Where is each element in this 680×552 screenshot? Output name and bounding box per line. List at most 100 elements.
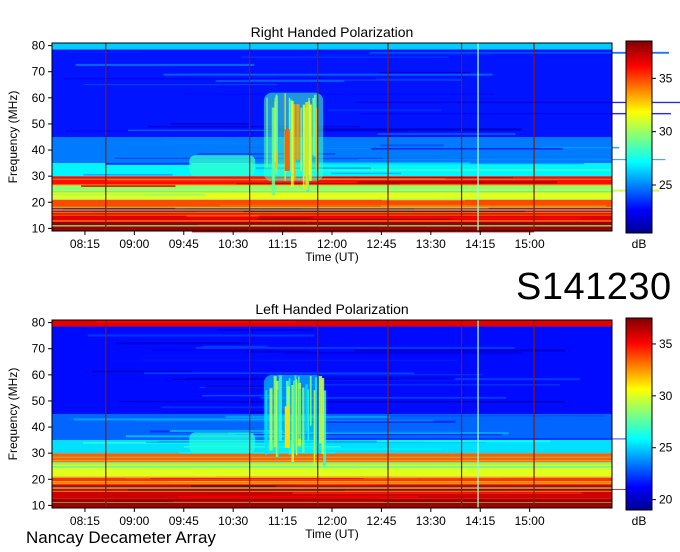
texture-streak <box>52 190 612 192</box>
x-tick-label: 15:00 <box>515 514 545 528</box>
texture-line <box>95 321 297 324</box>
texture-streak <box>52 490 612 492</box>
texture-line <box>184 93 495 96</box>
texture-line <box>380 144 444 147</box>
radio-burst <box>263 374 327 467</box>
burst-streak <box>278 375 282 442</box>
colorbar <box>625 317 653 511</box>
spectral-bands <box>52 43 612 231</box>
texture-line <box>87 334 315 337</box>
texture-line <box>159 228 295 231</box>
x-tick-label: 09:45 <box>169 237 199 251</box>
texture-line <box>325 438 629 440</box>
y-axis-label: Frequency (MHz) <box>6 368 20 461</box>
texture-line <box>337 154 415 157</box>
x-tick-label: 12:00 <box>317 237 347 251</box>
texture-line <box>254 57 417 60</box>
colorbar-tick-label: 35 <box>659 337 673 351</box>
burst-streak <box>313 390 316 466</box>
burst-streak <box>274 101 276 162</box>
texture-line <box>327 109 442 112</box>
texture-line <box>200 196 315 199</box>
colorbar-tick-label: 35 <box>659 71 673 85</box>
texture-line <box>144 194 207 196</box>
texture-line <box>377 133 516 135</box>
event-id-label: S141230 <box>516 266 672 308</box>
colorbar <box>625 40 653 234</box>
texture-streak <box>52 469 612 471</box>
texture-streak <box>52 191 612 193</box>
texture-line <box>178 496 419 498</box>
burst-streak <box>292 380 296 446</box>
texture-line <box>318 488 628 490</box>
texture-line <box>205 385 268 388</box>
burst-streak <box>266 97 268 168</box>
burst-streak <box>307 389 310 441</box>
x-axis-label: Time (UT) <box>305 250 359 264</box>
texture-streak <box>52 501 612 503</box>
texture-line <box>163 73 493 76</box>
texture-line <box>215 80 345 82</box>
x-tick-label: 15:00 <box>515 237 545 251</box>
x-tick-label: 13:30 <box>416 514 446 528</box>
burst-streak <box>275 94 278 152</box>
y-tick-label: 40 <box>32 143 46 157</box>
texture-streak <box>52 206 612 208</box>
texture-line <box>164 141 236 143</box>
texture-streak <box>52 466 612 468</box>
band-8 <box>52 49 612 137</box>
burst-core <box>284 129 290 171</box>
y-tick-label: 70 <box>32 65 46 79</box>
x-tick-label: 12:45 <box>366 514 396 528</box>
colorbar-label: dB <box>632 514 647 528</box>
texture-line <box>128 489 345 491</box>
burst-streak <box>321 377 325 455</box>
texture-line <box>107 179 271 182</box>
texture-line <box>309 384 561 386</box>
texture-streak <box>52 212 612 214</box>
texture-streak <box>52 209 612 210</box>
chart-title: Left Handed Polarization <box>255 301 408 317</box>
colorbar-tick-label: 20 <box>659 493 673 507</box>
texture-streak <box>52 220 612 222</box>
y-tick-label: 80 <box>32 316 46 330</box>
burst-streak <box>277 389 279 459</box>
burst-streak <box>302 104 306 167</box>
texture-streak <box>52 477 612 478</box>
y-axis-label: Frequency (MHz) <box>6 91 20 184</box>
texture-line <box>311 447 442 450</box>
texture-line <box>112 498 380 501</box>
texture-streak <box>52 225 612 227</box>
right-polarization-panel: Right Handed Polarization 10 20 30 40 50 60 70 8… <box>6 24 680 264</box>
colorbar-tick-label: 30 <box>659 389 673 403</box>
x-tick-label: 10:30 <box>218 237 248 251</box>
texture-line <box>84 84 278 86</box>
y-tick-label: 70 <box>32 342 46 356</box>
texture-streak <box>52 464 612 466</box>
texture-line <box>94 478 196 481</box>
y-tick-label: 20 <box>32 195 46 209</box>
left-polarization-panel: Left Handed Polarization 10 20 30 40 50 60 70 80… <box>6 301 673 541</box>
texture-streak <box>52 488 612 489</box>
texture-line <box>331 430 462 433</box>
burst-streak <box>305 102 309 190</box>
band-8 <box>52 326 612 414</box>
texture-line <box>83 174 173 176</box>
texture-line <box>241 56 449 58</box>
burst-streak <box>295 379 298 456</box>
x-tick-label: 12:00 <box>317 514 347 528</box>
texture-line <box>212 147 541 148</box>
burst-streak <box>265 390 268 456</box>
texture-streak <box>52 486 612 488</box>
texture-line <box>207 493 272 496</box>
texture-line <box>64 77 376 80</box>
x-tick-label: 14:15 <box>465 237 495 251</box>
x-tick-label: 08:15 <box>70 514 100 528</box>
radio-burst <box>263 92 324 196</box>
x-tick-label: 12:45 <box>366 237 396 251</box>
texture-line <box>113 468 358 470</box>
colorbar-label: dB <box>632 237 647 251</box>
texture-line <box>317 374 483 376</box>
x-tick-label: 14:15 <box>465 514 495 528</box>
texture-line <box>190 485 277 488</box>
